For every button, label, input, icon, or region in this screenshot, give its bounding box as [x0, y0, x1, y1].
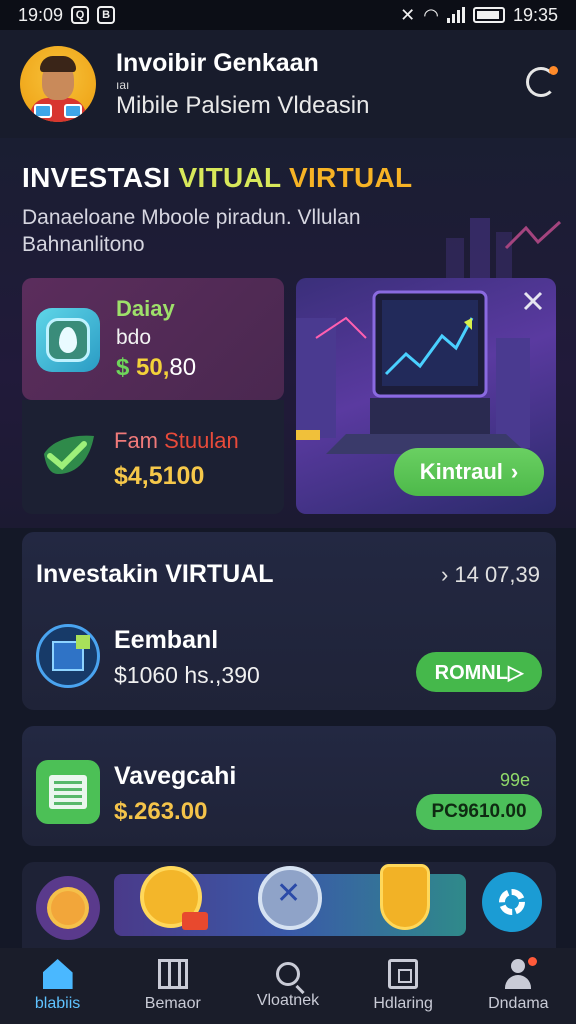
nav-item-home[interactable]: blabiis: [3, 959, 113, 1013]
status-time-right: 19:35: [512, 4, 558, 25]
header-small-line: ıaı: [116, 78, 130, 92]
status-time-left: 19:09: [18, 4, 64, 25]
status-bar: 19:09 Q B ✕ ◠ 19:35: [0, 0, 576, 30]
leaf-icon: [36, 308, 100, 372]
rewards-strip: [22, 862, 556, 948]
notification-icon: Q: [71, 6, 90, 24]
promo-button[interactable]: Kintraul ›: [394, 448, 544, 496]
search-icon: [275, 962, 300, 986]
fam-label: Fam Stuulan: [114, 428, 239, 453]
wifi-icon: ◠: [423, 4, 439, 25]
investment-item-tag: 99e: [499, 770, 530, 790]
fam-card[interactable]: Fam Stuulan $4,5100: [22, 400, 284, 514]
box-icon: [388, 959, 419, 989]
hero-description: Danaeloane Mboole piradun. Vllulan Bahna…: [22, 206, 361, 256]
settings-gear-icon[interactable]: [482, 872, 542, 932]
balance-amount: $ 50,80: [116, 354, 197, 381]
investment-item-value: $.263.00: [114, 798, 208, 825]
investment-title: Investakin VIRTUAL: [36, 560, 274, 588]
portfolio-icon: [36, 624, 100, 688]
app-header: Invoibir Genkaan ıaı Mibile Palsiem Vlde…: [0, 30, 576, 138]
sun-icon[interactable]: [36, 876, 100, 940]
mute-icon: ✕: [400, 4, 416, 25]
city-skyline-icon: [446, 218, 562, 288]
document-icon: [36, 760, 100, 824]
hero-title: INVESTASI VITUAL VIRTUAL: [22, 162, 413, 193]
chevron-right-icon: ›: [441, 562, 449, 587]
investment-card-2: Vavegcahi $.263.00 99e PC9610.00: [22, 726, 556, 846]
investment-item-value: $1060 hs.,390: [114, 662, 260, 688]
balance-label: Daiay: [116, 296, 175, 321]
chevron-right-icon: ›: [510, 459, 519, 484]
investment-item-label: Eembanl: [114, 626, 219, 654]
nav-item-grid[interactable]: Bemaor: [118, 959, 228, 1013]
home-icon: [42, 959, 73, 989]
user-icon: [503, 957, 538, 989]
investment-item-button[interactable]: ROMNL▷: [416, 652, 542, 692]
balance-card[interactable]: Daiay bdo $ 50,80: [22, 278, 284, 400]
balance-sub: bdo: [116, 326, 152, 349]
nav-item-search[interactable]: Vloatnek: [233, 962, 343, 1010]
grid-icon: [157, 959, 188, 989]
promo-card[interactable]: Kintraul ›: [296, 278, 556, 514]
investment-item-button[interactable]: PC9610.00: [416, 794, 542, 830]
signal-icon: [446, 7, 465, 23]
investment-card: Investakin VIRTUAL › 14 07,39 Eembanl $1…: [22, 532, 556, 710]
coin-icon[interactable]: [140, 866, 208, 930]
investment-item-label: Vavegcahi: [114, 762, 237, 790]
nav-item-box[interactable]: Hdlaring: [348, 959, 458, 1013]
check-leaf-icon: [44, 435, 94, 474]
fam-amount: $4,5100: [114, 462, 205, 490]
badge-icon[interactable]: [258, 866, 322, 930]
header-title: Invoibir Genkaan: [116, 49, 319, 77]
shield-icon[interactable]: [380, 864, 430, 930]
close-icon[interactable]: [520, 288, 546, 314]
header-subtitle: Mibile Palsiem Vldeasin: [116, 92, 370, 119]
refresh-icon[interactable]: [526, 66, 558, 97]
hero-section: INVESTASI VITUAL VIRTUAL Danaeloane Mboo…: [0, 138, 576, 528]
battery-icon: [472, 7, 505, 23]
avatar[interactable]: [20, 46, 96, 122]
app-notification-icon: B: [97, 6, 116, 24]
nav-item-user[interactable]: Dndama: [463, 957, 573, 1013]
bottom-nav: blabiis Bemaor Vloatnek Hdlaring Dndama: [0, 948, 576, 1024]
investment-date[interactable]: › 14 07,39: [441, 562, 540, 588]
